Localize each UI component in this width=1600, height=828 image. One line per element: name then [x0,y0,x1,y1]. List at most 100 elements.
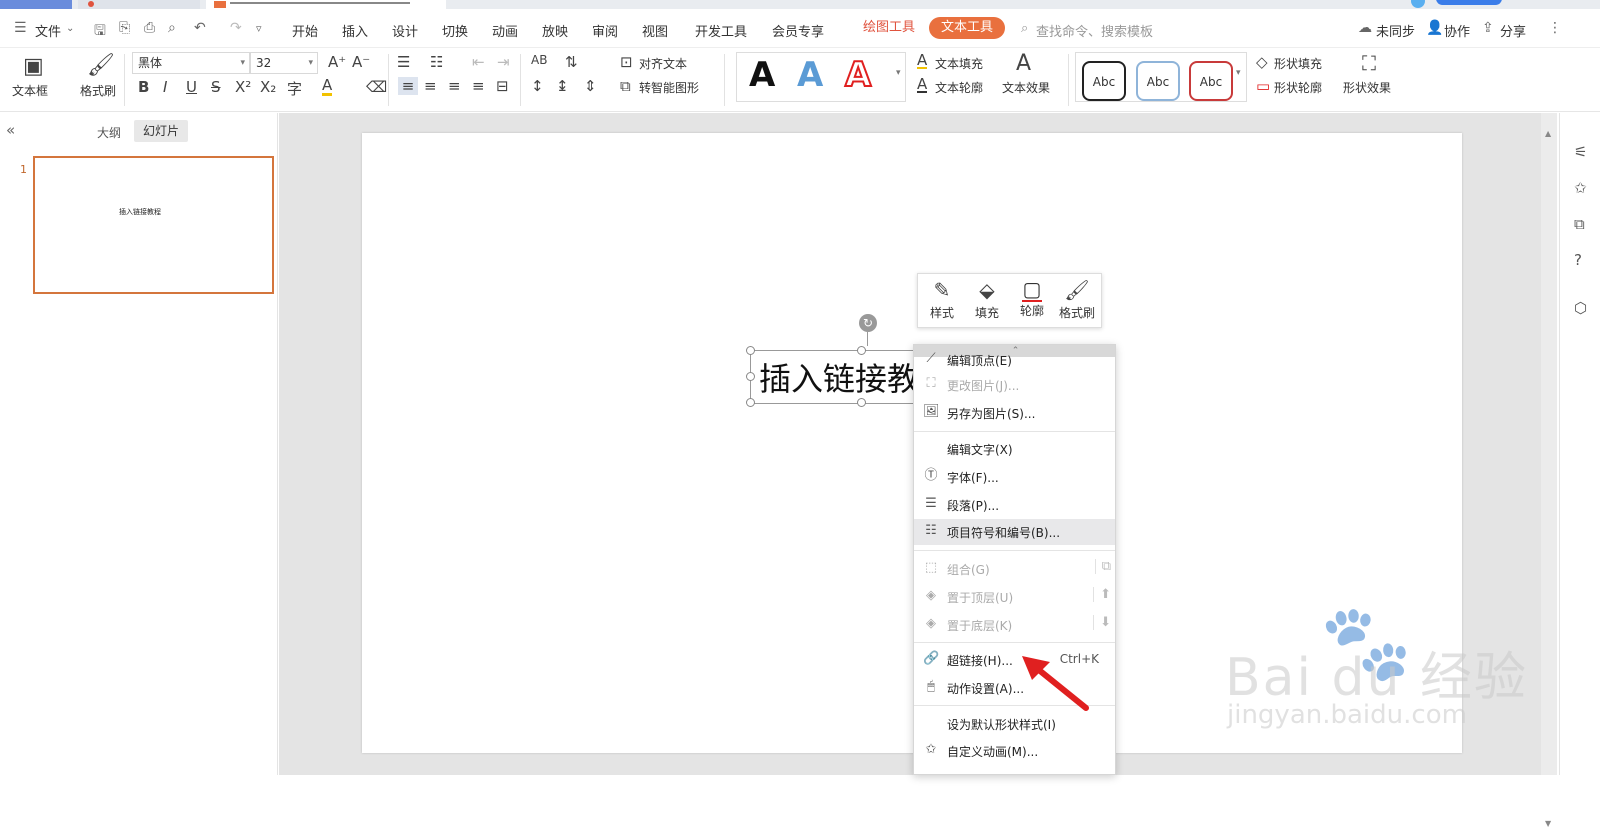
align-left-icon[interactable]: ≡ [398,77,418,95]
help-icon[interactable]: ? [1574,251,1582,269]
decrease-indent-icon[interactable]: ⇤ [472,53,485,71]
bring-forward-icon[interactable]: ⬆ [1093,587,1111,602]
shape-fill-button[interactable]: 形状填充 [1274,55,1322,72]
wordart-blue[interactable]: A [797,55,823,95]
sort-icon[interactable]: ⇅ [565,53,578,71]
numbered-list-icon[interactable]: ☷ [430,53,443,71]
textbox-button[interactable]: 文本框 [12,82,48,99]
phonetic-icon[interactable]: 字 [287,78,302,99]
active-document-tab[interactable] [206,0,446,9]
align-center-icon[interactable]: ≡ [424,77,437,95]
menu-group[interactable]: ⬚ 组合(G) ⧉ [914,556,1115,582]
smartart-button[interactable]: 转智能图形 [639,79,699,96]
paragraph-spacing-icon[interactable]: ↨ [556,77,569,95]
menu-bullets[interactable]: ☷ 项目符号和编号(B)... [914,519,1115,545]
font-name-select[interactable]: 黑体 ▾ [132,52,250,74]
menu-slideshow[interactable]: 放映 [542,21,568,40]
vertical-scrollbar[interactable]: ▲ ▼ [1541,113,1557,828]
menu-home[interactable]: 开始 [292,21,318,40]
shape-style-blue[interactable]: Abc [1136,61,1180,101]
menu-save-as-picture[interactable]: 🖼 另存为图片(S)... [914,400,1115,426]
shape-style-black[interactable]: Abc [1082,61,1126,101]
menu-edit-text[interactable]: 编辑文字(X) [914,436,1115,462]
subscript-icon[interactable]: X₂ [260,78,276,96]
search-input[interactable]: 查找命令、搜索模板 [1036,21,1153,40]
superscript-icon[interactable]: X² [235,78,251,96]
slide-thumbnail[interactable]: 插入链接教程 [33,156,274,294]
gallery-more-icon[interactable]: ▾ [1236,68,1241,78]
align-right-icon[interactable]: ≡ [448,77,461,95]
wordart-red[interactable]: A [844,54,872,96]
underline-icon[interactable]: U [186,78,197,96]
line-spacing-icon[interactable]: ↕ [531,77,544,95]
menu-developer[interactable]: 开发工具 [695,21,747,40]
resize-handle[interactable] [746,346,755,355]
distribute-icon[interactable]: ⊟ [496,77,509,95]
text-direction-icon[interactable]: AB [531,53,547,67]
export-icon[interactable]: ⎘ [119,20,130,36]
hamburger-icon[interactable]: ☰ [14,20,27,36]
resize-handle[interactable] [857,398,866,407]
menu-bring-to-front[interactable]: ◈ 置于顶层(U) ⬆ [914,584,1115,610]
increase-font-icon[interactable]: A⁺ [328,53,346,71]
resize-handle[interactable] [746,398,755,407]
menu-insert[interactable]: 插入 [342,21,368,40]
gallery-more-icon[interactable]: ▾ [896,68,901,78]
outline-button[interactable]: ▢ 轮廓 [1010,278,1054,319]
shape-style-red[interactable]: Abc [1189,61,1233,101]
decrease-font-icon[interactable]: A⁻ [352,53,370,71]
tab-outline[interactable]: 大纲 [97,124,121,141]
print-icon[interactable]: ⎙ [144,20,155,36]
menu-view[interactable]: 视图 [642,21,668,40]
document-tab[interactable] [78,0,200,9]
redo-icon[interactable]: ↷ [230,20,242,36]
login-button[interactable] [1436,0,1502,5]
send-backward-icon[interactable]: ⬇ [1093,615,1111,630]
text-effect-button[interactable]: 文本效果 [1002,79,1050,96]
menu-transition[interactable]: 切换 [442,21,468,40]
share-button[interactable]: 分享 [1500,21,1526,40]
menu-paragraph[interactable]: ☰ 段落(P)... [914,492,1115,518]
bullet-list-icon[interactable]: ☰ [397,53,410,71]
menu-edit-points[interactable]: ⟋ 编辑顶点(E) [914,347,1115,373]
group-side-icon[interactable]: ⧉ [1094,559,1111,574]
menu-font[interactable]: Ⓣ 字体(F)... [914,464,1115,490]
customize-toolbar-icon[interactable]: ▿ [256,22,262,35]
painter-button[interactable]: 🖌 格式刷 [1055,278,1099,321]
resize-handle[interactable] [746,372,755,381]
style-button[interactable]: ✎ 样式 [920,278,964,321]
menu-animation[interactable]: 动画 [492,21,518,40]
menu-custom-animation[interactable]: ✩ 自定义动画(M)... [914,738,1115,764]
format-painter-button[interactable]: 格式刷 [80,82,116,99]
scroll-down-icon[interactable]: ▼ [1545,819,1551,828]
wordart-black[interactable]: A [749,55,775,95]
strikethrough-icon[interactable]: S [211,78,221,96]
spacing-more-icon[interactable]: ⇕ [584,77,597,95]
save-icon[interactable]: 🖫 [94,20,106,44]
font-color-icon[interactable]: A [322,78,333,96]
scroll-up-icon[interactable]: ▲ [1545,129,1551,138]
menu-member[interactable]: 会员专享 [772,21,824,40]
increase-indent-icon[interactable]: ⇥ [497,53,510,71]
sync-status[interactable]: 未同步 [1376,21,1415,40]
cube-icon[interactable]: ⬡ [1574,299,1587,317]
resize-handle[interactable] [857,346,866,355]
more-icon[interactable]: ⋮ [1548,20,1562,36]
bold-icon[interactable]: B [138,78,149,96]
collab-button[interactable]: 协作 [1444,21,1470,40]
menu-review[interactable]: 审阅 [592,21,618,40]
shape-effect-button[interactable]: 形状效果 [1343,79,1391,96]
menu-design[interactable]: 设计 [392,21,418,40]
home-tab[interactable] [0,0,72,9]
tab-text-tools[interactable]: 文本工具 [929,17,1006,39]
fill-button[interactable]: ⬙ 填充 [965,278,1009,321]
animation-icon[interactable]: ✩ [1574,179,1587,197]
properties-icon[interactable]: ⚟ [1574,143,1587,161]
file-menu[interactable]: 文件 [35,21,61,40]
undo-icon[interactable]: ↶ [194,20,206,36]
print-preview-icon[interactable]: ⌕ [168,20,176,36]
menu-set-default-style[interactable]: 设为默认形状样式(I) [914,711,1115,737]
collapse-panel-icon[interactable]: « [6,121,15,139]
text-fill-button[interactable]: 文本填充 [935,55,983,72]
justify-icon[interactable]: ≡ [472,77,485,95]
